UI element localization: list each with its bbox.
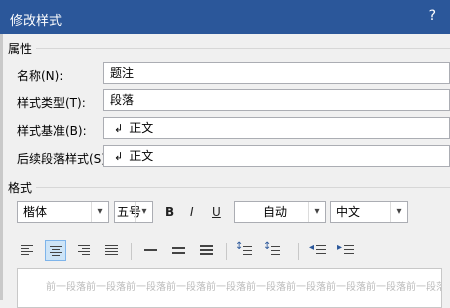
underline-button[interactable]: U [212,205,221,219]
space-after-button[interactable]: ↕ [262,240,283,261]
next-style-select[interactable]: ↲ 正文 [103,145,450,167]
name-field-value: 题注 [110,66,135,80]
chevron-down-icon[interactable]: ▾ [91,202,108,222]
script-value: 中文 [336,205,361,219]
font-value: 楷体 [23,205,48,219]
align-right-button[interactable] [73,240,94,261]
window-edge [0,34,3,300]
space-before-button[interactable]: ↕ [234,240,255,261]
increase-indent-button[interactable]: ▸ [336,240,357,261]
dialog-title-bar: 修改样式 ? [0,0,450,34]
preview-text: 前一段落前一段落前一段落前一段落前一段落前一段落前一段落前一段落前一段落前一段落… [46,282,441,293]
align-center-button[interactable] [45,240,66,261]
next-style-value: 正文 [129,149,154,163]
next-style-label: 后续段落样式(S): [17,152,111,166]
bold-button[interactable]: B [165,205,174,219]
properties-divider [36,48,450,49]
paragraph-mark-icon: ↲ [114,122,124,135]
toolbar-separator [298,243,299,260]
properties-heading: 属性 [8,42,33,56]
format-divider [36,187,450,188]
style-based-on-value: 正文 [129,121,154,135]
name-label: 名称(N): [17,69,64,83]
single-spacing-button[interactable] [140,240,161,261]
align-left-button[interactable] [17,240,38,261]
font-color-select[interactable]: 自动 ▾ [234,201,326,223]
style-based-on-label: 样式基准(B): [17,124,87,138]
name-field[interactable]: 题注 [103,62,450,84]
font-size-select[interactable]: 五号 ▾ [114,201,153,223]
justify-button[interactable] [101,240,122,261]
chevron-down-icon[interactable]: ▾ [390,202,407,222]
style-preview: 前一段落前一段落前一段落前一段落前一段落前一段落前一段落前一段落前一段落前一段落… [17,268,442,308]
style-type-label: 样式类型(T): [17,96,86,110]
italic-button[interactable]: I [190,205,194,219]
style-type-field[interactable]: 段落 [103,89,450,111]
decrease-indent-button[interactable]: ◂ [308,240,329,261]
dialog-title: 修改样式 [10,14,63,29]
double-spacing-button[interactable] [196,240,217,261]
style-based-on-select[interactable]: ↲ 正文 [103,117,450,139]
script-select[interactable]: 中文 ▾ [330,201,408,223]
one-half-spacing-button[interactable] [168,240,189,261]
chevron-down-icon[interactable]: ▾ [308,202,325,222]
style-type-value: 段落 [110,93,135,107]
font-color-value: 自动 [263,205,288,219]
format-heading: 格式 [8,181,33,195]
help-button[interactable]: ? [429,8,436,24]
paragraph-mark-icon: ↲ [114,150,124,163]
toolbar-separator [226,243,227,260]
chevron-down-icon[interactable]: ▾ [135,202,152,222]
toolbar-separator [131,243,132,260]
font-select[interactable]: 楷体 ▾ [17,201,109,223]
